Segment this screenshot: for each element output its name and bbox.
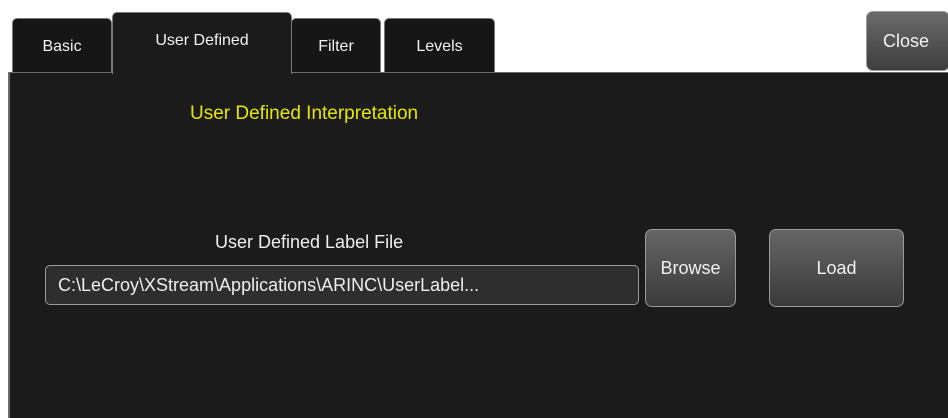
label-file-label: User Defined Label File <box>215 232 404 252</box>
browse-button-label: Browse <box>660 257 721 278</box>
section-heading: User Defined Interpretation <box>190 103 419 124</box>
load-button[interactable]: Load <box>769 229 904 307</box>
dialog-frame: Basic User Defined Filter Levels Close U… <box>0 0 948 418</box>
load-button-label: Load <box>816 257 857 278</box>
tab-basic-label: Basic <box>42 37 82 55</box>
tab-levels-label: Levels <box>416 37 463 55</box>
browse-button[interactable]: Browse <box>645 229 736 307</box>
label-file-path-field[interactable]: C:\LeCroy\XStream\Applications\ARINC\Use… <box>45 265 639 305</box>
tab-user-defined-label: User Defined <box>155 31 249 49</box>
close-button-label: Close <box>882 30 930 51</box>
tab-filter-label: Filter <box>318 37 354 55</box>
tab-user-defined[interactable]: User Defined <box>112 12 292 74</box>
close-button[interactable]: Close <box>866 11 948 71</box>
tab-basic[interactable]: Basic <box>12 18 112 74</box>
tab-levels[interactable]: Levels <box>384 18 495 74</box>
tab-filter[interactable]: Filter <box>291 18 381 74</box>
